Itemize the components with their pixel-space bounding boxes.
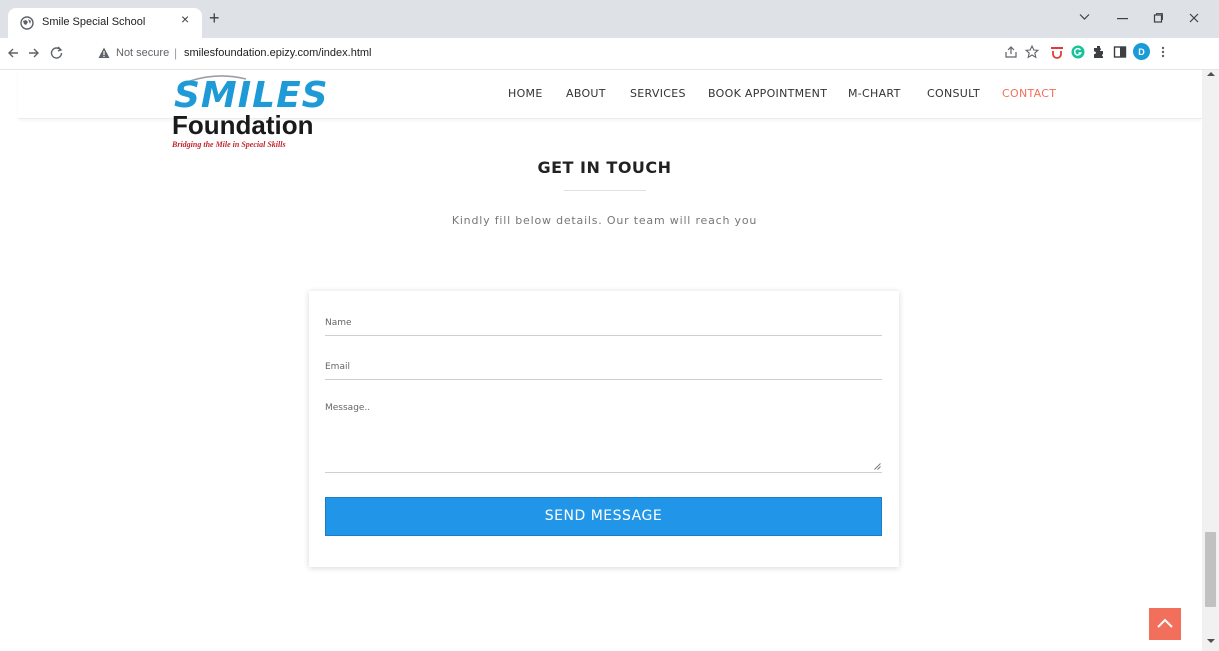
url-text[interactable]: smilesfoundation.epizy.com/index.html [184, 47, 372, 59]
nav-book-appointment[interactable]: BOOK APPOINTMENT [708, 87, 827, 100]
nav-contact[interactable]: CONTACT [1002, 87, 1056, 100]
page-scrollbar[interactable] [1202, 70, 1219, 651]
tab-title: Smile Special School [42, 16, 146, 28]
share-icon[interactable] [1004, 45, 1018, 59]
close-window-icon[interactable] [1189, 13, 1199, 23]
reload-icon[interactable] [50, 46, 63, 59]
scroll-down-arrow-icon[interactable] [1207, 638, 1215, 644]
title-underline [564, 190, 646, 191]
back-arrow-icon[interactable] [7, 47, 19, 59]
bookmark-star-icon[interactable] [1025, 45, 1039, 59]
restore-icon[interactable] [1153, 13, 1163, 23]
site-logo[interactable]: SMILES Foundation Bridging the Mile in S… [170, 72, 328, 152]
logo-subname: Foundation [172, 110, 314, 140]
email-input[interactable] [325, 353, 882, 380]
forward-arrow-icon[interactable] [28, 47, 40, 59]
logo-tagline: Bridging the Mile in Special Skills [172, 140, 286, 149]
scroll-up-arrow-icon[interactable] [1207, 71, 1215, 77]
chevron-up-icon [1157, 618, 1173, 628]
menu-kebab-icon[interactable] [1160, 45, 1166, 59]
message-textarea[interactable] [325, 393, 882, 473]
page-viewport: SMILES Foundation Bridging the Mile in S… [0, 70, 1219, 651]
send-message-button[interactable]: SEND MESSAGE [325, 497, 882, 536]
tab-search-chevron-icon[interactable] [1079, 13, 1090, 21]
warning-icon [98, 47, 110, 58]
logo-name: SMILES [174, 75, 329, 116]
security-status[interactable]: Not secure [116, 47, 169, 59]
globe-icon [20, 16, 34, 30]
scrollbar-thumb[interactable] [1205, 532, 1216, 607]
profile-initial: D [1138, 47, 1145, 57]
contact-form: SEND MESSAGE [309, 291, 899, 567]
nav-m-chart[interactable]: M-CHART [848, 87, 901, 100]
extension-grammarly-icon[interactable] [1071, 45, 1085, 59]
url-separator: | [174, 46, 178, 60]
back-to-top-button[interactable] [1149, 608, 1181, 640]
extension-icon[interactable] [1092, 45, 1106, 59]
resize-handle-icon[interactable] [874, 463, 881, 470]
nav-consult[interactable]: CONSULT [927, 87, 980, 100]
nav-services[interactable]: SERVICES [630, 87, 686, 100]
sidebar-icon[interactable] [1113, 45, 1127, 59]
name-input[interactable] [325, 309, 882, 336]
extension-pocket-icon[interactable] [1050, 45, 1064, 59]
profile-avatar[interactable]: D [1133, 43, 1150, 60]
browser-tab-bar: Smile Special School × + [0, 0, 1219, 38]
section-title: GET IN TOUCH [537, 158, 672, 177]
nav-home[interactable]: HOME [508, 87, 543, 100]
tab-close-icon[interactable]: × [181, 12, 189, 26]
browser-toolbar: Not secure | smilesfoundation.epizy.com/… [0, 38, 1219, 70]
minimize-icon[interactable] [1117, 18, 1128, 20]
nav-about[interactable]: ABOUT [566, 87, 606, 100]
section-subtitle: Kindly fill below details. Our team will… [451, 214, 758, 227]
new-tab-icon[interactable]: + [209, 9, 220, 27]
